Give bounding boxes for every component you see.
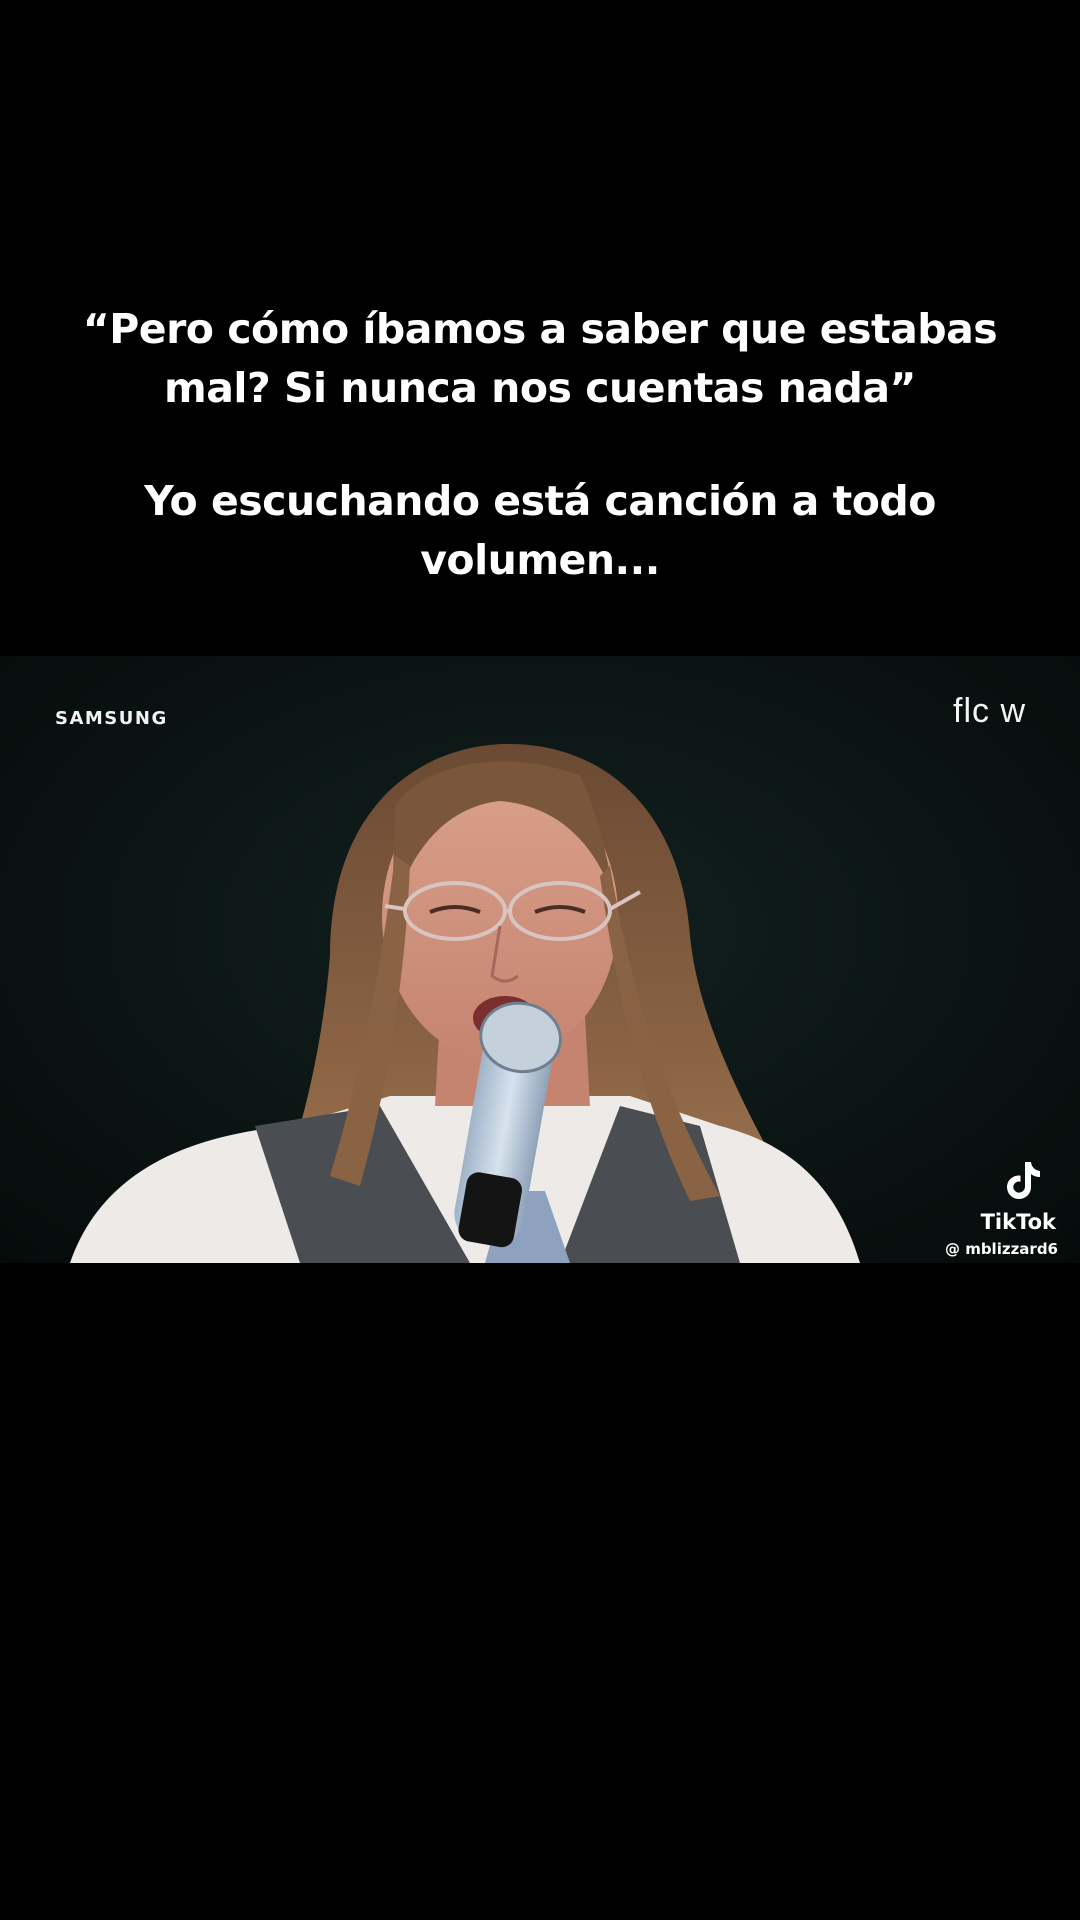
caption-reaction-line-1: Yo escuchando está canción a todo: [144, 477, 936, 525]
caption-reaction-line-2: volumen...: [420, 536, 660, 584]
caption-quote-line-2: mal? Si nunca nos cuentas nada”: [164, 364, 916, 412]
sponsor-logo-samsung: SAMSUNG: [55, 708, 168, 729]
tiktok-icon: [1007, 1162, 1040, 1199]
channel-logo-flow: flc w: [953, 692, 1026, 730]
tiktok-name: TikTok: [980, 1210, 1056, 1234]
performer-image: [70, 743, 860, 1263]
caption-quote-line-1: “Pero cómo íbamos a saber que estabas: [82, 305, 998, 353]
video-frame[interactable]: SAMSUNG flc w TikTok @ mblizzard6: [0, 656, 1080, 1263]
tiktok-username: @ mblizzard6: [944, 1240, 1058, 1258]
caption-quote: “Pero cómo íbamos a saber que estabas ma…: [60, 300, 1020, 418]
caption-reaction: Yo escuchando está canción a todo volume…: [60, 472, 1020, 590]
